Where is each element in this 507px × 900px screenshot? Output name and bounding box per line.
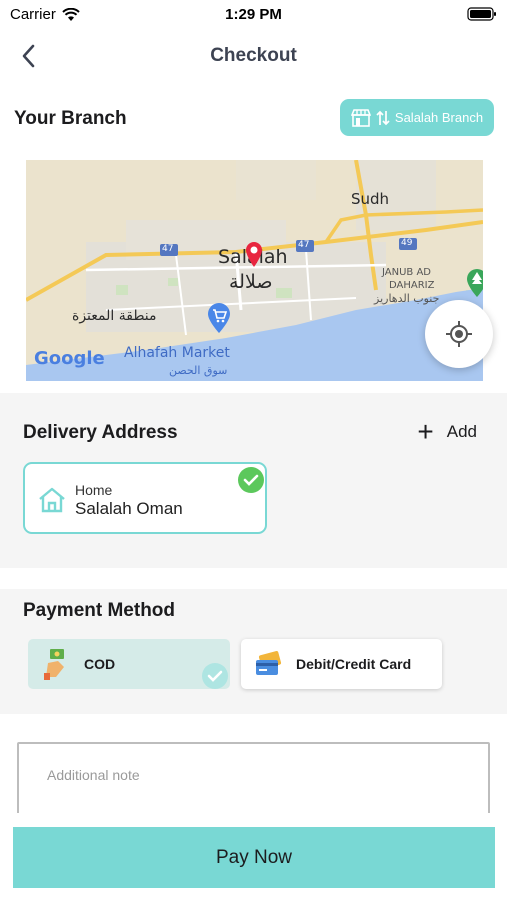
page-title: Checkout [210,45,297,66]
address-value: Salalah Oman [75,499,183,518]
check-icon [238,467,264,493]
status-bar: Carrier 1:29 PM [0,0,507,28]
credit-card-icon [256,651,282,675]
plus-icon: + [417,416,434,447]
map-label-mutaza-ar: منطقة المعتزة [72,308,157,324]
map-label-road-49: 49 [401,238,413,248]
map-label-market-en: Alhafah Market [124,345,230,361]
check-icon [202,663,228,689]
payment-title: Payment Method [23,600,176,621]
map-google-logo: Google [34,348,105,369]
map-view[interactable]: 47 47 49 Sudh Salalah صلالة JANUB AD DAH… [26,160,483,381]
branch-select-button[interactable]: Salalah Branch [340,99,494,136]
bottom-bar: Pay Now [0,813,507,900]
add-address-label: Add [446,422,477,441]
payment-option-card[interactable]: Debit/Credit Card [241,639,442,689]
payment-option-cod[interactable]: COD [28,639,230,689]
map-label-salalah-ar: صلالة [229,271,273,293]
payment-card-label: Debit/Credit Card [296,656,412,672]
pay-now-button[interactable]: Pay Now [13,827,495,888]
home-icon [39,487,65,513]
map-label-road-47-b: 47 [298,240,310,250]
swap-vertical-icon [376,110,390,125]
map-label-market-ar: سوق الحصن [169,364,228,377]
map-label-sudh: Sudh [351,190,390,208]
branch-label: Your Branch [14,108,127,129]
note-placeholder: Additional note [47,767,140,783]
add-address-button[interactable]: + Add [417,416,477,447]
store-icon [350,108,371,127]
map-label-dahariz-ar: جنوب الدهاريز [374,292,440,305]
branch-row: Your Branch Salalah Branch [0,98,507,138]
payment-cod-label: COD [84,656,116,672]
shopping-cart-icon [208,303,230,333]
address-card[interactable]: Home Salalah Oman [23,462,267,534]
tree-icon [467,269,483,297]
delivery-title: Delivery Address [23,422,178,443]
branch-select-label: Salalah Branch [394,110,484,125]
status-time: 1:29 PM [225,6,282,23]
address-type: Home [75,482,113,498]
battery-icon [467,7,497,26]
map-pin-icon [246,242,262,267]
cash-hand-icon [44,649,64,680]
map-label-janub-2: DAHARIZ [389,280,435,291]
locate-me-button[interactable] [425,300,493,368]
map-label-road-47-a: 47 [162,244,174,254]
map-label-janub-1: JANUB AD [382,267,431,278]
nav-bar: Checkout [0,36,507,76]
crosshair-icon [446,321,472,347]
